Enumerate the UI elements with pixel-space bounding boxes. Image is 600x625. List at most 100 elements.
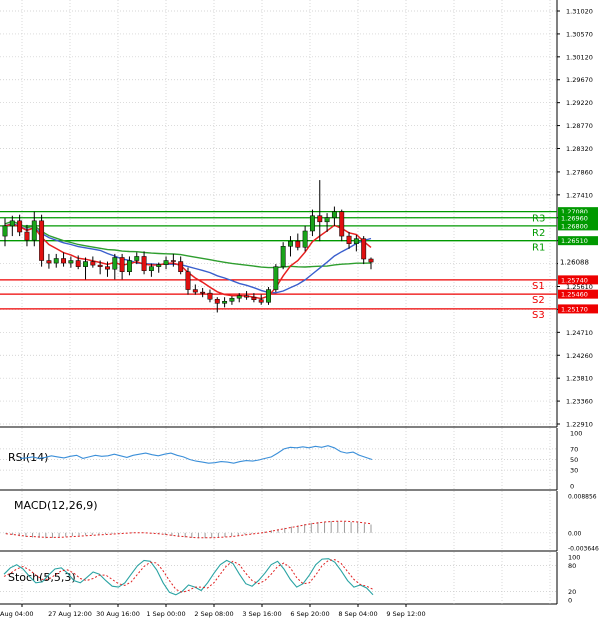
y-tick-label: 1.31020 (566, 8, 593, 16)
level-name: S2 (532, 295, 545, 306)
x-tick-label: 6 Sep 20:00 (290, 610, 329, 618)
y-tick-label: 1.24260 (566, 352, 593, 360)
candle-body (2, 225, 8, 237)
candle-body (178, 261, 184, 272)
candle-body (105, 266, 110, 270)
level-name: R2 (532, 228, 545, 239)
candle-body (288, 240, 293, 247)
candle-body (75, 260, 81, 267)
current-price-label: 1.26088 (558, 256, 598, 267)
candle-body (17, 220, 23, 233)
forex-chart: 1.31020 1.30570 1.30120 1.29670 1.29220 1.287… (0, 0, 600, 625)
y-tick-label: 100 (568, 554, 580, 562)
candle-body (229, 297, 235, 302)
candle-body (353, 238, 359, 244)
x-tick-label: 27 Aug 12:00 (48, 610, 92, 618)
level-name: S1 (532, 281, 545, 292)
candle-body (192, 289, 198, 293)
candle-body (126, 260, 132, 272)
y-tick-label: 100 (570, 430, 582, 438)
candle-body (90, 261, 96, 266)
candle-body (214, 298, 220, 304)
candle-body (134, 256, 140, 261)
x-tick-label: 30 Aug 16:00 (96, 610, 140, 618)
candle-body (346, 235, 352, 244)
candle-body (317, 215, 323, 223)
candle-body (295, 240, 301, 248)
level-name: S3 (532, 310, 545, 321)
x-tick-label: 3 Sep 16:00 (242, 610, 281, 618)
y-tick-label: -0.003646 (568, 546, 599, 553)
y-tick-label: 1.28770 (566, 122, 593, 130)
candle-body (97, 264, 103, 267)
candle-body (112, 257, 118, 270)
candle-body (339, 211, 345, 237)
level-price-text: 1.25460 (561, 291, 588, 299)
candle-body (361, 238, 367, 260)
y-tick-label: 80 (568, 562, 576, 570)
candle-body (53, 258, 59, 264)
level-price-text: 1.26510 (561, 237, 588, 245)
candle-body (185, 271, 191, 290)
y-tick-label: 20 (568, 588, 576, 596)
candle-body (200, 291, 206, 294)
candle-body (273, 266, 279, 290)
candle-body (251, 296, 257, 300)
level-name: R1 (532, 243, 545, 254)
candle-body (119, 257, 125, 272)
candle-body (9, 220, 15, 227)
y-tick-label: 0.00 (568, 530, 582, 537)
x-tick-label: Aug 04:00 (0, 610, 34, 618)
candle-body (39, 220, 45, 261)
candle-body (46, 260, 52, 264)
candle-body (280, 246, 286, 267)
candle-body (83, 261, 88, 267)
current-price-text: 1.26088 (560, 259, 589, 267)
y-tick-label: 0 (568, 597, 572, 605)
y-tick-label: 70 (570, 445, 578, 453)
candle-body (156, 264, 162, 267)
candle-body (31, 220, 37, 241)
chart-background (0, 0, 600, 625)
candle-body (170, 260, 176, 262)
candle-body (24, 231, 30, 241)
y-tick-label: 1.27410 (566, 191, 593, 199)
y-tick-label: 1.30120 (566, 53, 593, 61)
candle-body (368, 258, 374, 263)
candle-body (302, 230, 308, 248)
y-tick-label: 1.28320 (566, 145, 593, 153)
candle-body (324, 217, 330, 223)
candle-body (258, 299, 264, 303)
y-tick-label: 1.30570 (566, 30, 593, 38)
y-tick-label: 1.23810 (566, 375, 593, 383)
level-price-text: 1.25170 (561, 305, 588, 313)
candle-body (266, 289, 271, 303)
candle-body (61, 258, 67, 264)
candle-body (148, 266, 154, 271)
x-tick-label: 1 Sep 00:00 (146, 610, 185, 618)
y-tick-label: 50 (570, 456, 578, 464)
y-tick-label: 0 (570, 483, 574, 491)
level-price-text: 1.26800 (561, 222, 588, 230)
y-tick-label: 1.24710 (566, 329, 593, 337)
candle-body (141, 256, 147, 271)
y-tick-label: 30 (570, 467, 578, 475)
y-tick-label: 1.23360 (566, 398, 593, 406)
y-tick-label: 1.29670 (566, 76, 593, 84)
x-tick-label: 2 Sep 08:00 (194, 610, 233, 618)
x-tick-label: 9 Sep 12:00 (386, 610, 425, 618)
macd-title: MACD(12,26,9) (14, 499, 98, 512)
level-price-text: 1.26960 (561, 214, 588, 222)
y-tick-label: 0.008856 (568, 494, 597, 501)
candle-body (236, 295, 242, 299)
y-tick-label: 1.27860 (566, 168, 593, 176)
y-tick-label: 1.22910 (566, 421, 593, 429)
candle-body (222, 301, 228, 304)
candle-body (309, 215, 315, 232)
candle-body (244, 295, 250, 298)
level-name: R3 (532, 214, 545, 225)
candle-body (331, 211, 337, 219)
candle-body (207, 292, 213, 300)
candle-body (68, 260, 74, 264)
x-tick-label: 8 Sep 04:00 (338, 610, 377, 618)
